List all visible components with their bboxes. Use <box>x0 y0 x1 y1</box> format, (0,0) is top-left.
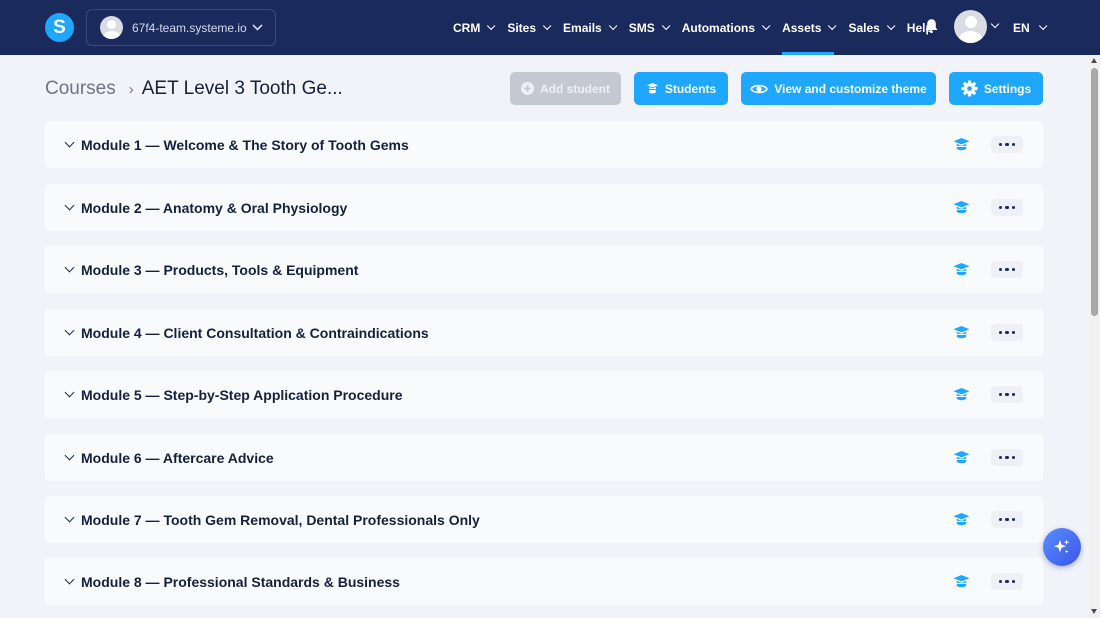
chevron-down-icon[interactable] <box>64 512 75 523</box>
chevron-down-icon[interactable] <box>64 262 75 273</box>
chevron-down-icon[interactable] <box>64 387 75 398</box>
module-row[interactable]: Module 3 — Products, Tools & Equipment <box>45 246 1043 293</box>
module-title: Module 8 — Professional Standards & Busi… <box>81 573 400 590</box>
plus-circle-icon <box>521 82 534 95</box>
workspace-avatar <box>100 16 123 39</box>
module-row[interactable]: Module 7 — Tooth Gem Removal, Dental Pro… <box>45 496 1043 543</box>
module-row[interactable]: Module 1 — Welcome & The Story of Tooth … <box>45 121 1043 168</box>
module-row[interactable]: Module 6 — Aftercare Advice <box>45 434 1043 481</box>
more-options-button[interactable] <box>991 136 1023 153</box>
module-title: Module 3 — Products, Tools & Equipment <box>81 261 359 278</box>
breadcrumb-courses-link[interactable]: Courses <box>45 78 116 100</box>
chevron-down-icon[interactable] <box>64 574 75 585</box>
more-options-button[interactable] <box>991 573 1023 590</box>
view-theme-label: View and customize theme <box>774 81 927 96</box>
more-options-button[interactable] <box>991 511 1023 528</box>
graduation-cap-icon[interactable] <box>953 512 970 527</box>
more-options-button[interactable] <box>991 324 1023 341</box>
chevron-down-icon <box>828 21 837 30</box>
module-row[interactable]: Module 2 — Anatomy & Oral Physiology <box>45 184 1043 231</box>
students-button[interactable]: Students <box>634 72 728 105</box>
chevron-down-icon <box>542 21 552 30</box>
chevron-down-icon[interactable] <box>64 200 75 211</box>
nav-sms[interactable]: SMS <box>629 0 671 55</box>
module-title: Module 5 — Step-by-Step Application Proc… <box>81 386 403 403</box>
chevron-down-icon <box>761 21 771 30</box>
chevron-down-icon <box>661 21 671 30</box>
graduation-cap-icon[interactable] <box>953 574 970 589</box>
scrollbar-thumb[interactable] <box>1091 68 1098 316</box>
graduation-cap-icon[interactable] <box>953 387 970 402</box>
language-label: EN <box>1013 20 1030 35</box>
graduation-cap-icon[interactable] <box>953 325 970 340</box>
chevron-down-icon[interactable] <box>64 325 75 336</box>
nav-crm[interactable]: CRM <box>453 0 496 55</box>
graduation-cap-icon[interactable] <box>953 262 970 277</box>
more-options-button[interactable] <box>991 261 1023 278</box>
breadcrumb: Courses › AET Level 3 Tooth Ge... <box>45 76 343 102</box>
chevron-down-icon <box>608 21 618 30</box>
settings-label: Settings <box>983 81 1032 96</box>
module-row[interactable]: Module 4 — Client Consultation & Contrai… <box>45 309 1043 356</box>
more-options-button[interactable] <box>991 199 1023 216</box>
module-title: Module 2 — Anatomy & Oral Physiology <box>81 199 348 216</box>
students-label: Students <box>664 81 717 96</box>
graduation-cap-icon[interactable] <box>953 200 970 215</box>
page-title: AET Level 3 Tooth Ge... <box>141 78 343 99</box>
view-customize-theme-button[interactable]: View and customize theme <box>741 72 936 105</box>
chevron-right-icon: › <box>128 80 134 98</box>
top-navbar: S 67f4-team.systeme.io CRM Sites Emails … <box>0 0 1100 55</box>
module-title: Module 6 — Aftercare Advice <box>81 449 274 466</box>
gear-icon <box>961 80 978 97</box>
add-student-button[interactable]: Add student <box>510 72 621 105</box>
workspace-switcher[interactable]: 67f4-team.systeme.io <box>86 9 276 46</box>
language-selector[interactable]: EN <box>1013 0 1048 55</box>
settings-button[interactable]: Settings <box>949 72 1043 105</box>
chevron-down-icon[interactable] <box>64 450 75 461</box>
eye-icon <box>750 84 769 93</box>
chevron-down-icon <box>252 24 263 31</box>
ai-assistant-button[interactable] <box>1043 528 1081 566</box>
scroll-down-arrow-icon[interactable] <box>1091 609 1097 614</box>
chevron-down-icon <box>1038 21 1048 30</box>
chevron-down-icon[interactable] <box>64 137 75 148</box>
chevron-down-icon[interactable] <box>990 19 1000 29</box>
chevron-down-icon <box>886 21 896 30</box>
module-title: Module 4 — Client Consultation & Contrai… <box>81 324 429 341</box>
module-title: Module 7 — Tooth Gem Removal, Dental Pro… <box>81 511 480 528</box>
add-student-label: Add student <box>540 81 610 96</box>
graduation-cap-icon[interactable] <box>953 137 970 152</box>
scroll-up-arrow-icon[interactable] <box>1091 58 1097 63</box>
nav-sales[interactable]: Sales <box>848 0 896 55</box>
module-row[interactable]: Module 5 — Step-by-Step Application Proc… <box>45 371 1043 418</box>
graduation-cap-icon <box>646 83 658 94</box>
nav-automations[interactable]: Automations <box>682 0 771 55</box>
systeme-logo[interactable]: S <box>45 13 74 42</box>
more-options-button[interactable] <box>991 386 1023 403</box>
chevron-down-icon <box>487 21 496 30</box>
sparkle-icon <box>1054 539 1070 554</box>
module-title: Module 1 — Welcome & The Story of Tooth … <box>81 136 409 153</box>
main-menu: CRM Sites Emails SMS Automations Assets … <box>453 0 948 55</box>
module-row[interactable]: Module 8 — Professional Standards & Busi… <box>45 558 1043 605</box>
nav-assets[interactable]: Assets <box>782 0 837 55</box>
bell-icon[interactable] <box>924 18 939 34</box>
user-avatar[interactable] <box>954 10 987 43</box>
workspace-name: 67f4-team.systeme.io <box>132 20 247 35</box>
nav-sites[interactable]: Sites <box>507 0 552 55</box>
more-options-button[interactable] <box>991 449 1023 466</box>
graduation-cap-icon[interactable] <box>953 450 970 465</box>
nav-emails[interactable]: Emails <box>563 0 618 55</box>
